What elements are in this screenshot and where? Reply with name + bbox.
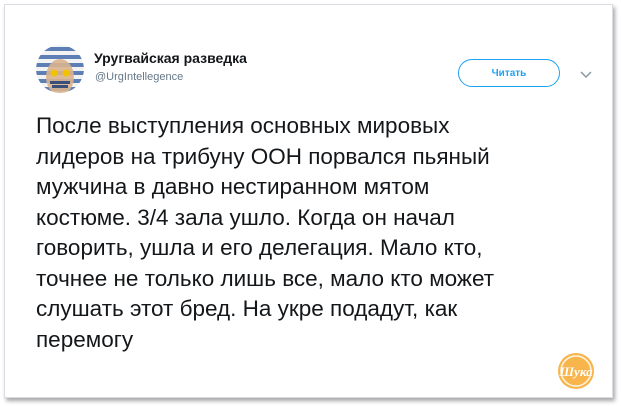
chevron-down-icon[interactable] (579, 67, 593, 79)
account-name[interactable]: Уругвайская разведка (94, 50, 247, 66)
uruguay-flag-face-icon (36, 45, 84, 93)
account-handle[interactable]: @UrgIntellegence (95, 71, 183, 83)
tweet-text: После выступления основных мировых лидер… (36, 113, 495, 352)
follow-button[interactable]: Читать (458, 59, 560, 87)
tweet-header: Уругвайская разведка @UrgIntellegence Чи… (5, 5, 612, 105)
svg-text:Шука: Шука (558, 364, 593, 379)
avatar[interactable] (36, 45, 84, 93)
tweet-card: Уругвайская разведка @UrgIntellegence Чи… (4, 4, 613, 398)
site-watermark-logo: Шука (556, 351, 596, 391)
